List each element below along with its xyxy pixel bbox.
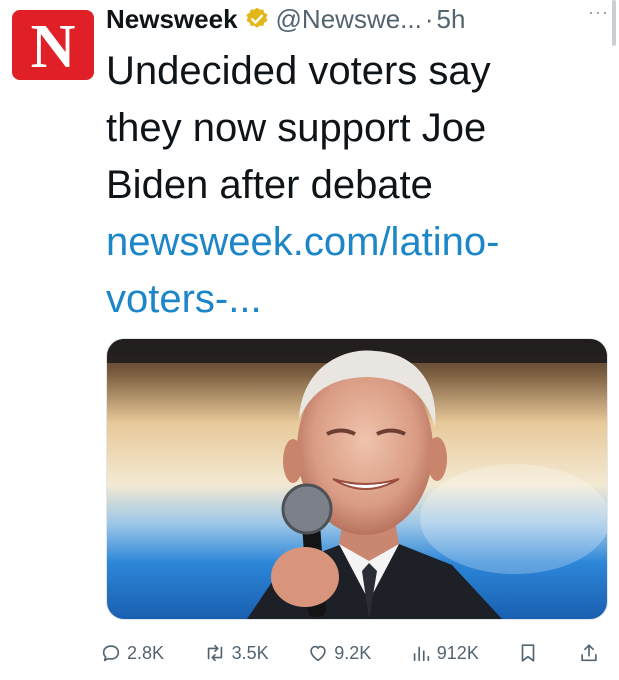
article-link-continued[interactable]: voters-...: [106, 271, 596, 328]
tweet-actions-bar: 2.8K 3.5K 9.2K 912K: [100, 638, 600, 668]
tweet-text: Undecided voters say they now support Jo…: [106, 43, 596, 328]
separator-dot: ·: [424, 3, 434, 34]
account-handle[interactable]: @Newswe...: [276, 4, 422, 35]
bar-chart-icon: [413, 646, 429, 662]
view-count: 912K: [436, 642, 479, 663]
repost-count: 3.5K: [231, 642, 269, 663]
views-button[interactable]: 912K: [410, 642, 479, 664]
tweet-media-photo[interactable]: [106, 338, 608, 620]
reply-count: 2.8K: [127, 642, 165, 663]
reply-bubble-icon: [102, 645, 120, 662]
bookmark-button[interactable]: [517, 642, 539, 664]
tweet-text-line: they now support Joe: [106, 106, 487, 150]
tweet-text-line: Biden after debate: [106, 163, 433, 207]
newsweek-avatar[interactable]: N: [12, 10, 94, 80]
share-button[interactable]: [578, 642, 600, 664]
avatar-logo-letter: N: [30, 13, 76, 81]
share-upload-icon: [581, 644, 597, 662]
verified-badge-icon: [244, 6, 270, 32]
more-options-icon[interactable]: ···: [588, 2, 609, 23]
tweet-header: Newsweek @Newswe... · 5h: [106, 0, 619, 38]
scrollbar[interactable]: [612, 0, 616, 46]
tweet-timestamp[interactable]: 5h: [437, 4, 466, 35]
tweet-text-line: Undecided voters say: [106, 49, 491, 93]
bookmark-icon: [522, 644, 535, 662]
photo-of-man-speaking-icon: [107, 339, 607, 619]
heart-icon: [310, 645, 326, 662]
like-button[interactable]: 9.2K: [307, 642, 371, 664]
repost-arrows-icon: [207, 644, 222, 662]
reply-button[interactable]: 2.8K: [100, 642, 164, 664]
like-count: 9.2K: [334, 642, 372, 663]
article-link[interactable]: newsweek.com/latino-: [106, 214, 596, 271]
account-name[interactable]: Newsweek: [106, 4, 238, 35]
repost-button[interactable]: 3.5K: [203, 642, 269, 664]
